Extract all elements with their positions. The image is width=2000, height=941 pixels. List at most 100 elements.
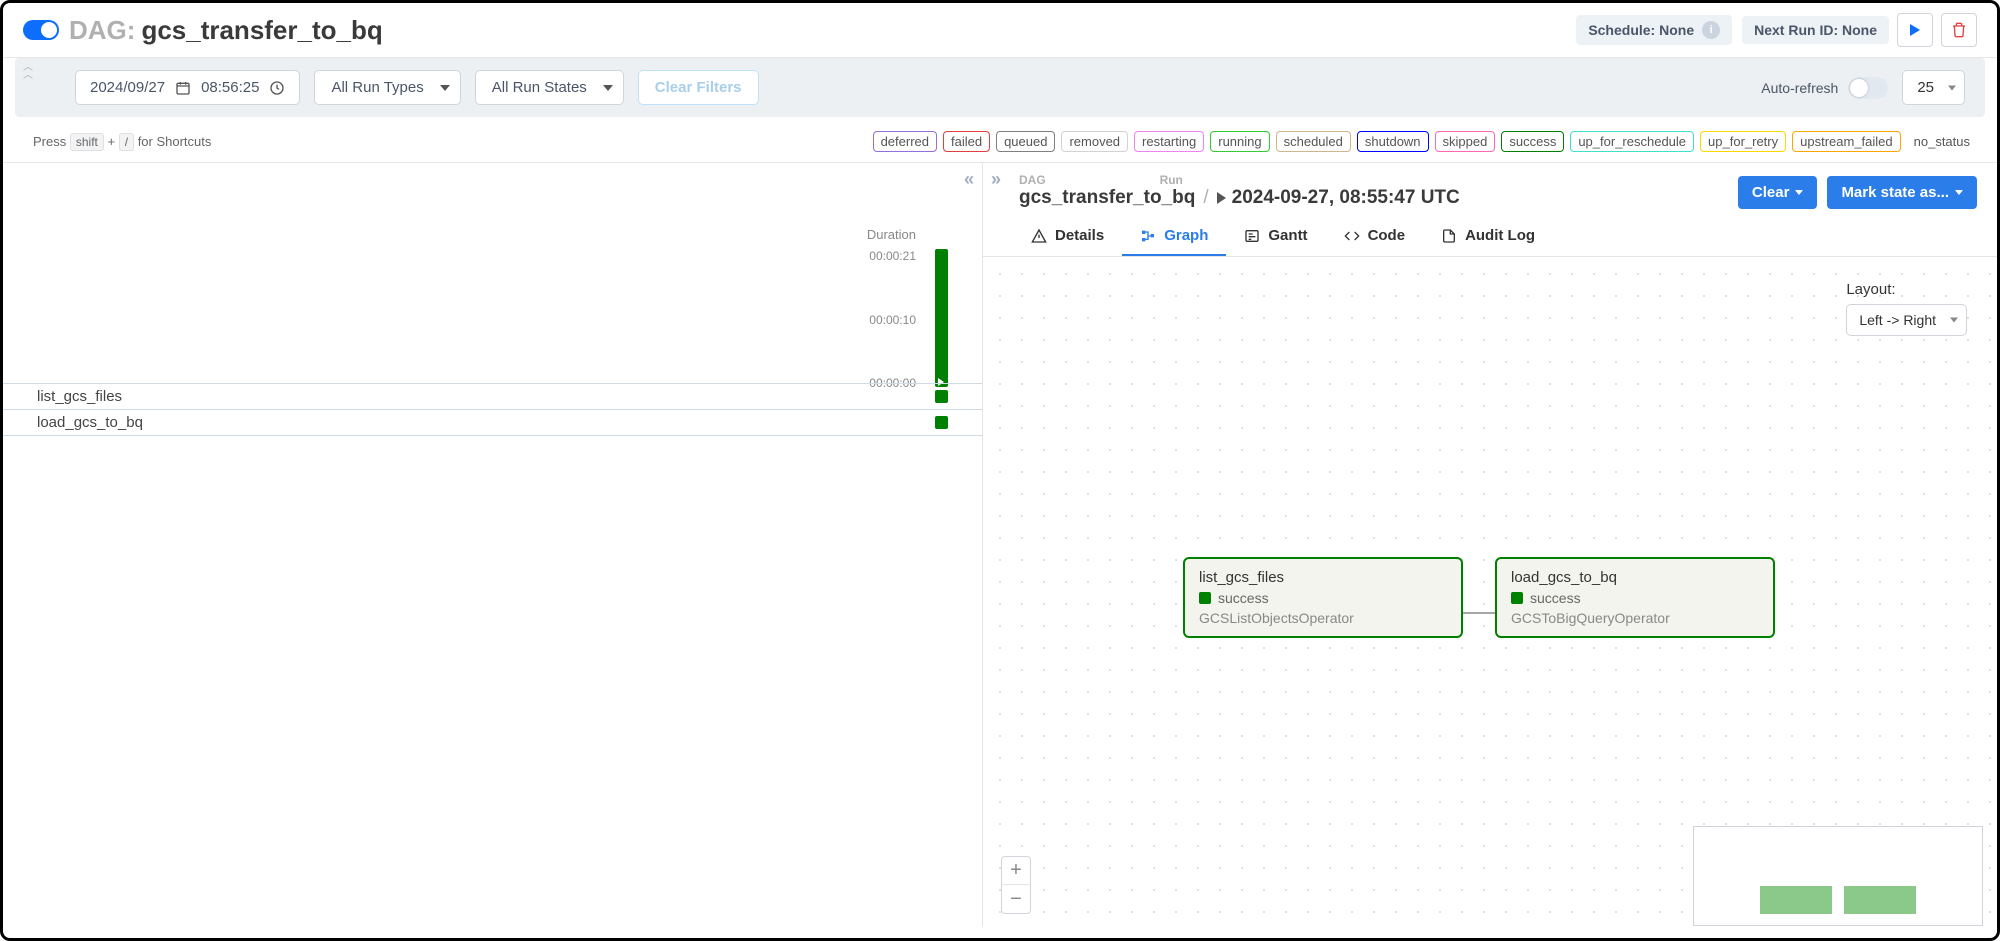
- graph-node-load-gcs-to-bq[interactable]: load_gcs_to_bq success GCSToBigQueryOper…: [1495, 557, 1775, 638]
- page-size-value: 25: [1917, 79, 1934, 96]
- auto-refresh-toggle[interactable]: [1848, 77, 1888, 99]
- bc-dag-name[interactable]: gcs_transfer_to_bq: [1019, 187, 1195, 209]
- tab-code[interactable]: Code: [1326, 217, 1424, 256]
- kbd-slash: /: [119, 133, 134, 151]
- delete-dag-button[interactable]: [1941, 13, 1977, 47]
- dag-name: gcs_transfer_to_bq: [141, 15, 382, 46]
- legend-queued[interactable]: queued: [996, 131, 1055, 152]
- caret-down-icon: [1955, 190, 1963, 195]
- legend-restarting[interactable]: restarting: [1134, 131, 1204, 152]
- trigger-dag-button[interactable]: [1897, 13, 1933, 47]
- trash-icon: [1951, 22, 1967, 38]
- calendar-icon: [175, 80, 191, 96]
- run-type-select[interactable]: All Run Types: [314, 70, 460, 105]
- base-date-input[interactable]: 2024/09/27 08:56:25: [75, 70, 300, 105]
- bc-run-time[interactable]: 2024-09-27, 08:55:47 UTC: [1232, 187, 1460, 209]
- minimap-node: [1760, 886, 1832, 914]
- graph-edge: [1463, 612, 1495, 614]
- breadcrumb: DAG Run gcs_transfer_to_bq / 2024-09-27,…: [1019, 171, 1460, 209]
- num-runs-select[interactable]: 25: [1902, 70, 1965, 105]
- layout-control: Layout: Left -> Right: [1846, 281, 1967, 336]
- auto-refresh-label: Auto-refresh: [1761, 80, 1838, 96]
- legend-success[interactable]: success: [1501, 131, 1564, 152]
- node-operator: GCSToBigQueryOperator: [1511, 610, 1757, 626]
- legend-removed[interactable]: removed: [1061, 131, 1128, 152]
- legend-scheduled[interactable]: scheduled: [1276, 131, 1351, 152]
- legend-up-for-reschedule[interactable]: up_for_reschedule: [1570, 131, 1694, 152]
- clear-filters-button[interactable]: Clear Filters: [638, 70, 759, 105]
- graph-canvas[interactable]: Layout: Left -> Right list_gcs_files suc…: [983, 257, 1997, 926]
- tab-gantt[interactable]: Gantt: [1226, 217, 1325, 256]
- node-status: success: [1530, 590, 1581, 606]
- date-value: 2024/09/27: [90, 79, 165, 96]
- chevron-down-icon: [1948, 85, 1956, 90]
- time-value: 08:56:25: [201, 79, 259, 96]
- task-instance-square[interactable]: [935, 416, 948, 429]
- node-title: load_gcs_to_bq: [1511, 569, 1757, 586]
- dag-run-bar[interactable]: [935, 249, 948, 387]
- play-icon: [1217, 192, 1226, 204]
- minimap[interactable]: [1693, 826, 1983, 926]
- expand-detail-icon[interactable]: »: [991, 169, 1001, 190]
- mark-state-button[interactable]: Mark state as...: [1827, 176, 1977, 209]
- node-status: success: [1218, 590, 1269, 606]
- task-name: list_gcs_files: [37, 388, 122, 405]
- detail-tabs: Details Graph Gantt Code Audit Log: [983, 217, 1997, 257]
- node-operator: GCSListObjectsOperator: [1199, 610, 1445, 626]
- duration-tick: 00:00:10: [869, 313, 916, 327]
- info-icon[interactable]: i: [1702, 21, 1720, 39]
- layout-value: Left -> Right: [1859, 312, 1936, 328]
- zoom-controls: + −: [1001, 856, 1031, 914]
- minimap-node: [1844, 886, 1916, 914]
- dag-label: DAG:: [69, 15, 135, 46]
- duration-tick: 00:00:21: [869, 249, 916, 263]
- schedule-pill: Schedule: None i: [1576, 15, 1732, 45]
- graph-icon: [1140, 228, 1156, 244]
- duration-chart: Duration 00:00:21 00:00:10 00:00:00: [3, 163, 982, 383]
- collapse-filter-icon[interactable]: ︿︿: [23, 64, 33, 80]
- tab-audit-log[interactable]: Audit Log: [1423, 217, 1553, 256]
- task-name: load_gcs_to_bq: [37, 414, 143, 431]
- graph-node-list-gcs-files[interactable]: list_gcs_files success GCSListObjectsOpe…: [1183, 557, 1463, 638]
- status-square-icon: [1511, 592, 1523, 604]
- zoom-in-button[interactable]: +: [1002, 857, 1030, 885]
- shortcuts-hint: Press shift + / for Shortcuts: [33, 134, 211, 149]
- layout-select[interactable]: Left -> Right: [1846, 304, 1967, 336]
- tab-graph[interactable]: Graph: [1122, 217, 1226, 256]
- warning-icon: [1031, 228, 1047, 244]
- dag-header: DAG: gcs_transfer_to_bq Schedule: None i…: [3, 3, 1997, 58]
- legend-running[interactable]: running: [1210, 131, 1269, 152]
- task-row-load-gcs-to-bq[interactable]: load_gcs_to_bq: [3, 409, 982, 436]
- duration-label: Duration: [867, 227, 916, 242]
- legend-skipped[interactable]: skipped: [1435, 131, 1496, 152]
- task-row-list-gcs-files[interactable]: list_gcs_files: [3, 383, 982, 409]
- node-title: list_gcs_files: [1199, 569, 1445, 586]
- bc-run-label: Run: [1160, 173, 1183, 187]
- play-icon: [1910, 24, 1920, 36]
- gantt-icon: [1244, 228, 1260, 244]
- detail-header: DAG Run gcs_transfer_to_bq / 2024-09-27,…: [983, 163, 1997, 217]
- legend-failed[interactable]: failed: [943, 131, 990, 152]
- dag-pause-toggle[interactable]: [23, 20, 59, 40]
- next-run-pill: Next Run ID: None: [1742, 16, 1889, 44]
- run-state-select[interactable]: All Run States: [475, 70, 624, 105]
- legend-no-status[interactable]: no_status: [1907, 132, 1977, 151]
- zoom-out-button[interactable]: −: [1002, 885, 1030, 913]
- legend-shutdown[interactable]: shutdown: [1357, 131, 1429, 152]
- legend-upstream-failed[interactable]: upstream_failed: [1792, 131, 1901, 152]
- bc-dag-label: DAG: [1019, 173, 1046, 187]
- caret-down-icon: [1795, 190, 1803, 195]
- next-run-text: Next Run ID: None: [1754, 22, 1877, 38]
- schedule-text: Schedule: None: [1588, 22, 1694, 38]
- clear-button[interactable]: Clear: [1738, 176, 1818, 209]
- chevron-down-icon: [603, 85, 613, 91]
- grid-panel: « Duration 00:00:21 00:00:10 00:00:00 li…: [3, 163, 983, 926]
- task-instance-square[interactable]: [935, 390, 948, 403]
- run-state-value: All Run States: [492, 79, 587, 96]
- legend-deferred[interactable]: deferred: [873, 131, 937, 152]
- chevron-down-icon: [1950, 318, 1958, 323]
- tab-details[interactable]: Details: [1013, 217, 1122, 256]
- clock-icon: [269, 80, 285, 96]
- file-icon: [1441, 228, 1457, 244]
- legend-up-for-retry[interactable]: up_for_retry: [1700, 131, 1786, 152]
